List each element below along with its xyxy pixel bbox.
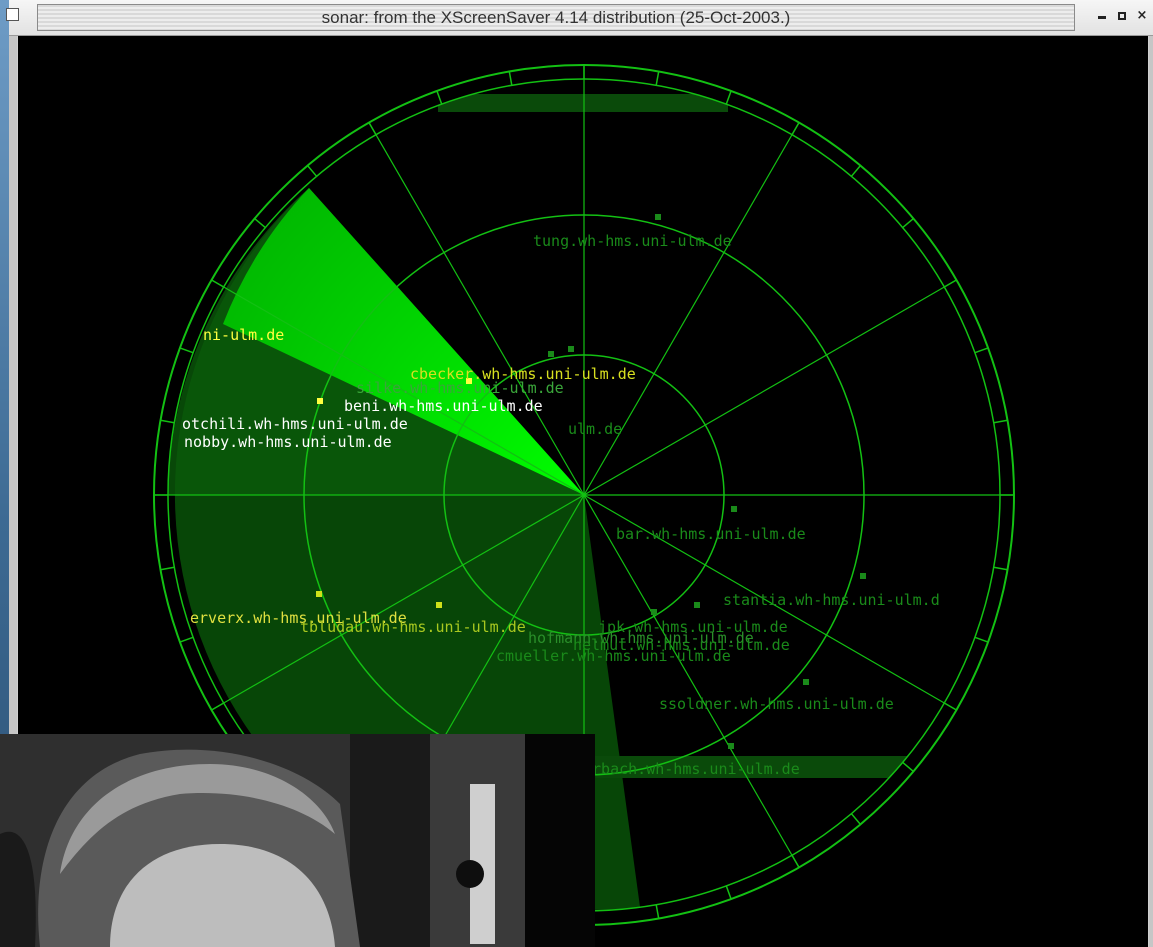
- tick-mark: [307, 165, 318, 177]
- minimize-button[interactable]: [1093, 7, 1111, 25]
- host-label: silke.wh-hms.uni-ulm.de: [356, 379, 564, 397]
- tick-mark: [436, 90, 443, 105]
- tick-mark: [655, 71, 660, 86]
- blip: [548, 351, 554, 357]
- close-button[interactable]: ×: [1133, 7, 1151, 25]
- blip: [436, 602, 442, 608]
- blip: [731, 506, 737, 512]
- tick-mark: [791, 854, 800, 868]
- blip: [568, 346, 574, 352]
- tick-mark: [902, 218, 914, 229]
- tick-mark: [943, 702, 957, 711]
- tick-mark: [254, 218, 266, 229]
- tick-mark: [211, 702, 225, 711]
- tick-mark: [508, 71, 513, 86]
- maximize-icon: [1118, 12, 1126, 20]
- blip: [803, 679, 809, 685]
- tick-mark: [993, 419, 1008, 424]
- tick-mark: [725, 885, 732, 900]
- blip: [651, 609, 657, 615]
- tick-mark: [993, 566, 1008, 571]
- host-label: ssoldner.wh-hms.uni-ulm.de: [659, 695, 894, 713]
- tick-mark: [943, 279, 957, 288]
- tick-mark: [160, 419, 175, 424]
- host-label: otchili.wh-hms.uni-ulm.de: [182, 415, 408, 433]
- host-label: nobby.wh-hms.uni-ulm.de: [184, 433, 392, 451]
- spoke-line: [583, 122, 800, 496]
- maximize-button[interactable]: [1113, 7, 1131, 25]
- window-title: sonar: from the XScreenSaver 4.14 distri…: [321, 8, 791, 27]
- tick-mark: [902, 761, 914, 772]
- blip: [317, 398, 323, 404]
- close-icon: ×: [1136, 8, 1148, 23]
- host-label: tung.wh-hms.uni-ulm.de: [533, 232, 732, 250]
- host-label: beni.wh-hms.uni-ulm.de: [344, 397, 543, 415]
- spoke-line: [583, 279, 957, 496]
- tick-mark: [974, 636, 989, 643]
- tick-mark: [211, 279, 225, 288]
- tick-mark: [850, 165, 861, 177]
- blip: [860, 573, 866, 579]
- portrait-photo-art: [0, 734, 595, 947]
- host-label: ulm.de: [568, 420, 622, 438]
- host-label: irbach.wh-hms.uni-ulm.de: [583, 760, 800, 778]
- window-menu-icon[interactable]: [6, 8, 19, 21]
- host-label: stantia.wh-hms.uni-ulm.d: [723, 591, 940, 609]
- host-label: ni-ulm.de: [203, 326, 284, 344]
- blip: [316, 591, 322, 597]
- band-top: [438, 94, 728, 112]
- host-label: tbludau.wh-hms.uni-ulm.de: [300, 618, 526, 636]
- tick-mark: [791, 122, 800, 136]
- tick-mark: [655, 904, 660, 919]
- host-label: bar.wh-hms.uni-ulm.de: [616, 525, 806, 543]
- minimize-icon: [1098, 16, 1106, 19]
- host-label: cmueller.wh-hms.uni-ulm.de: [496, 647, 731, 665]
- tick-mark: [160, 566, 175, 571]
- tick-mark: [368, 122, 377, 136]
- tick-mark: [974, 347, 989, 354]
- blip: [728, 743, 734, 749]
- blip: [694, 602, 700, 608]
- portrait-photo: [0, 734, 595, 947]
- tick-mark: [179, 347, 194, 354]
- tick-mark: [725, 90, 732, 105]
- title-bar[interactable]: sonar: from the XScreenSaver 4.14 distri…: [6, 0, 1153, 36]
- blip: [655, 214, 661, 220]
- tick-mark: [179, 636, 194, 643]
- tick-mark: [850, 813, 861, 825]
